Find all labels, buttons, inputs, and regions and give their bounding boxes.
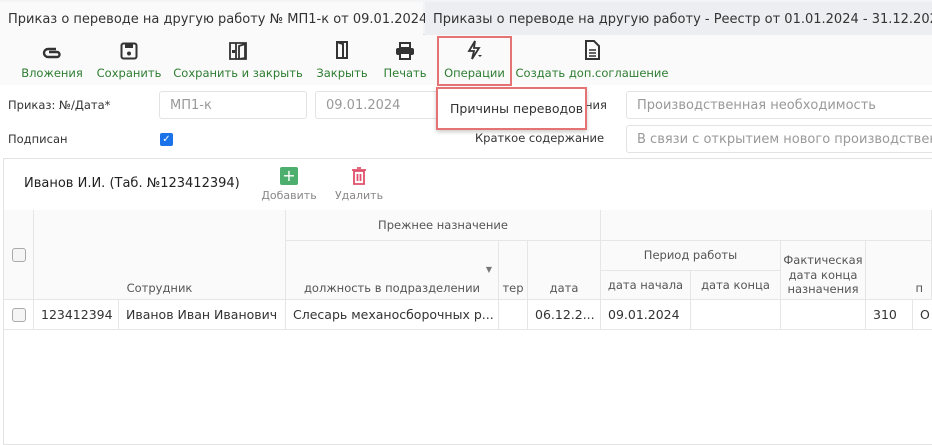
header-end[interactable]: дата конца — [691, 271, 781, 300]
print-button[interactable]: Печать — [383, 35, 427, 85]
document-icon — [585, 40, 600, 60]
header-period: Период работы — [601, 241, 781, 271]
cell-start[interactable]: 09.01.2024 — [601, 300, 691, 330]
create-agreement-button[interactable]: Создать доп.соглашение — [516, 35, 668, 85]
plus-icon: + — [280, 167, 298, 185]
menu-item-transfer-reasons[interactable]: Причины переводов — [450, 101, 583, 116]
header-start[interactable]: дата начала — [601, 271, 691, 300]
cell-ter[interactable] — [499, 300, 528, 330]
header-ter[interactable]: тер — [499, 241, 528, 300]
tab-registry[interactable]: Приказы о переводе на другую работу - Ре… — [425, 2, 932, 36]
order-date-input[interactable]: 09.01.2024 — [315, 91, 445, 119]
header-employee[interactable]: Сотрудник — [34, 210, 286, 300]
cell-position[interactable]: Слесарь механосборочных р... — [286, 300, 499, 330]
printer-icon — [396, 42, 414, 60]
cell-actual-end[interactable] — [781, 300, 866, 330]
add-button[interactable]: + Добавить — [261, 167, 317, 203]
attachments-button[interactable]: Вложения — [21, 35, 83, 85]
header-group — [601, 210, 932, 241]
row-checkbox[interactable] — [12, 307, 26, 322]
save-icon — [120, 42, 138, 60]
cell-name[interactable]: Иванов Иван Иванович — [119, 300, 286, 330]
operations-menu: Причины переводов — [436, 87, 587, 130]
header-position[interactable]: должность в подразделении ▼ — [286, 241, 499, 300]
reason-input[interactable]: Производственная необходимость — [626, 91, 932, 119]
trash-icon — [352, 167, 366, 185]
header-date[interactable]: дата — [528, 241, 601, 300]
door-icon — [336, 41, 348, 59]
summary-input[interactable]: В связи с открытием нового производствен… — [626, 125, 932, 153]
save-button[interactable]: Сохранить — [97, 35, 161, 85]
tab-order[interactable]: Приказ о переводе на другую работу № МП1… — [0, 2, 440, 36]
cell-end[interactable] — [691, 300, 781, 330]
save-close-icon — [229, 42, 247, 60]
cell-date[interactable]: 06.12.2... — [528, 300, 601, 330]
order-number-input[interactable]: МП1-к — [159, 91, 307, 119]
operations-highlight — [437, 36, 512, 86]
cell-tab[interactable]: 123412394 — [34, 300, 119, 330]
tab-bar: Приказ о переводе на другую работу № МП1… — [0, 0, 932, 36]
close-button[interactable]: Закрыть — [316, 35, 368, 85]
summary-label: Краткое содержание — [475, 131, 605, 145]
signed-label: Подписан — [8, 132, 68, 146]
save-close-button[interactable]: Сохранить и закрыть — [173, 35, 303, 85]
header-p[interactable]: п — [866, 241, 932, 300]
order-label: Приказ: №/Дата* — [8, 98, 111, 112]
paperclip-icon — [42, 47, 61, 59]
employee-table: Сотрудник Прежнее назначение должность в… — [4, 210, 932, 331]
delete-button[interactable]: Удалить — [333, 167, 385, 202]
signed-checkbox[interactable]: ✓ — [160, 133, 173, 146]
cell-num[interactable]: 310 — [866, 300, 913, 330]
select-all-checkbox[interactable] — [11, 247, 26, 262]
cell-last[interactable]: О — [913, 300, 932, 330]
employee-title: Иванов И.И. (Таб. №123412394) — [24, 176, 240, 191]
sort-down-icon[interactable]: ▼ — [486, 265, 492, 275]
reason-label: ния — [585, 98, 607, 112]
header-actual-end[interactable]: Фактическая дата конца назначения — [781, 241, 866, 300]
header-prev-assignment: Прежнее назначение — [286, 210, 601, 241]
